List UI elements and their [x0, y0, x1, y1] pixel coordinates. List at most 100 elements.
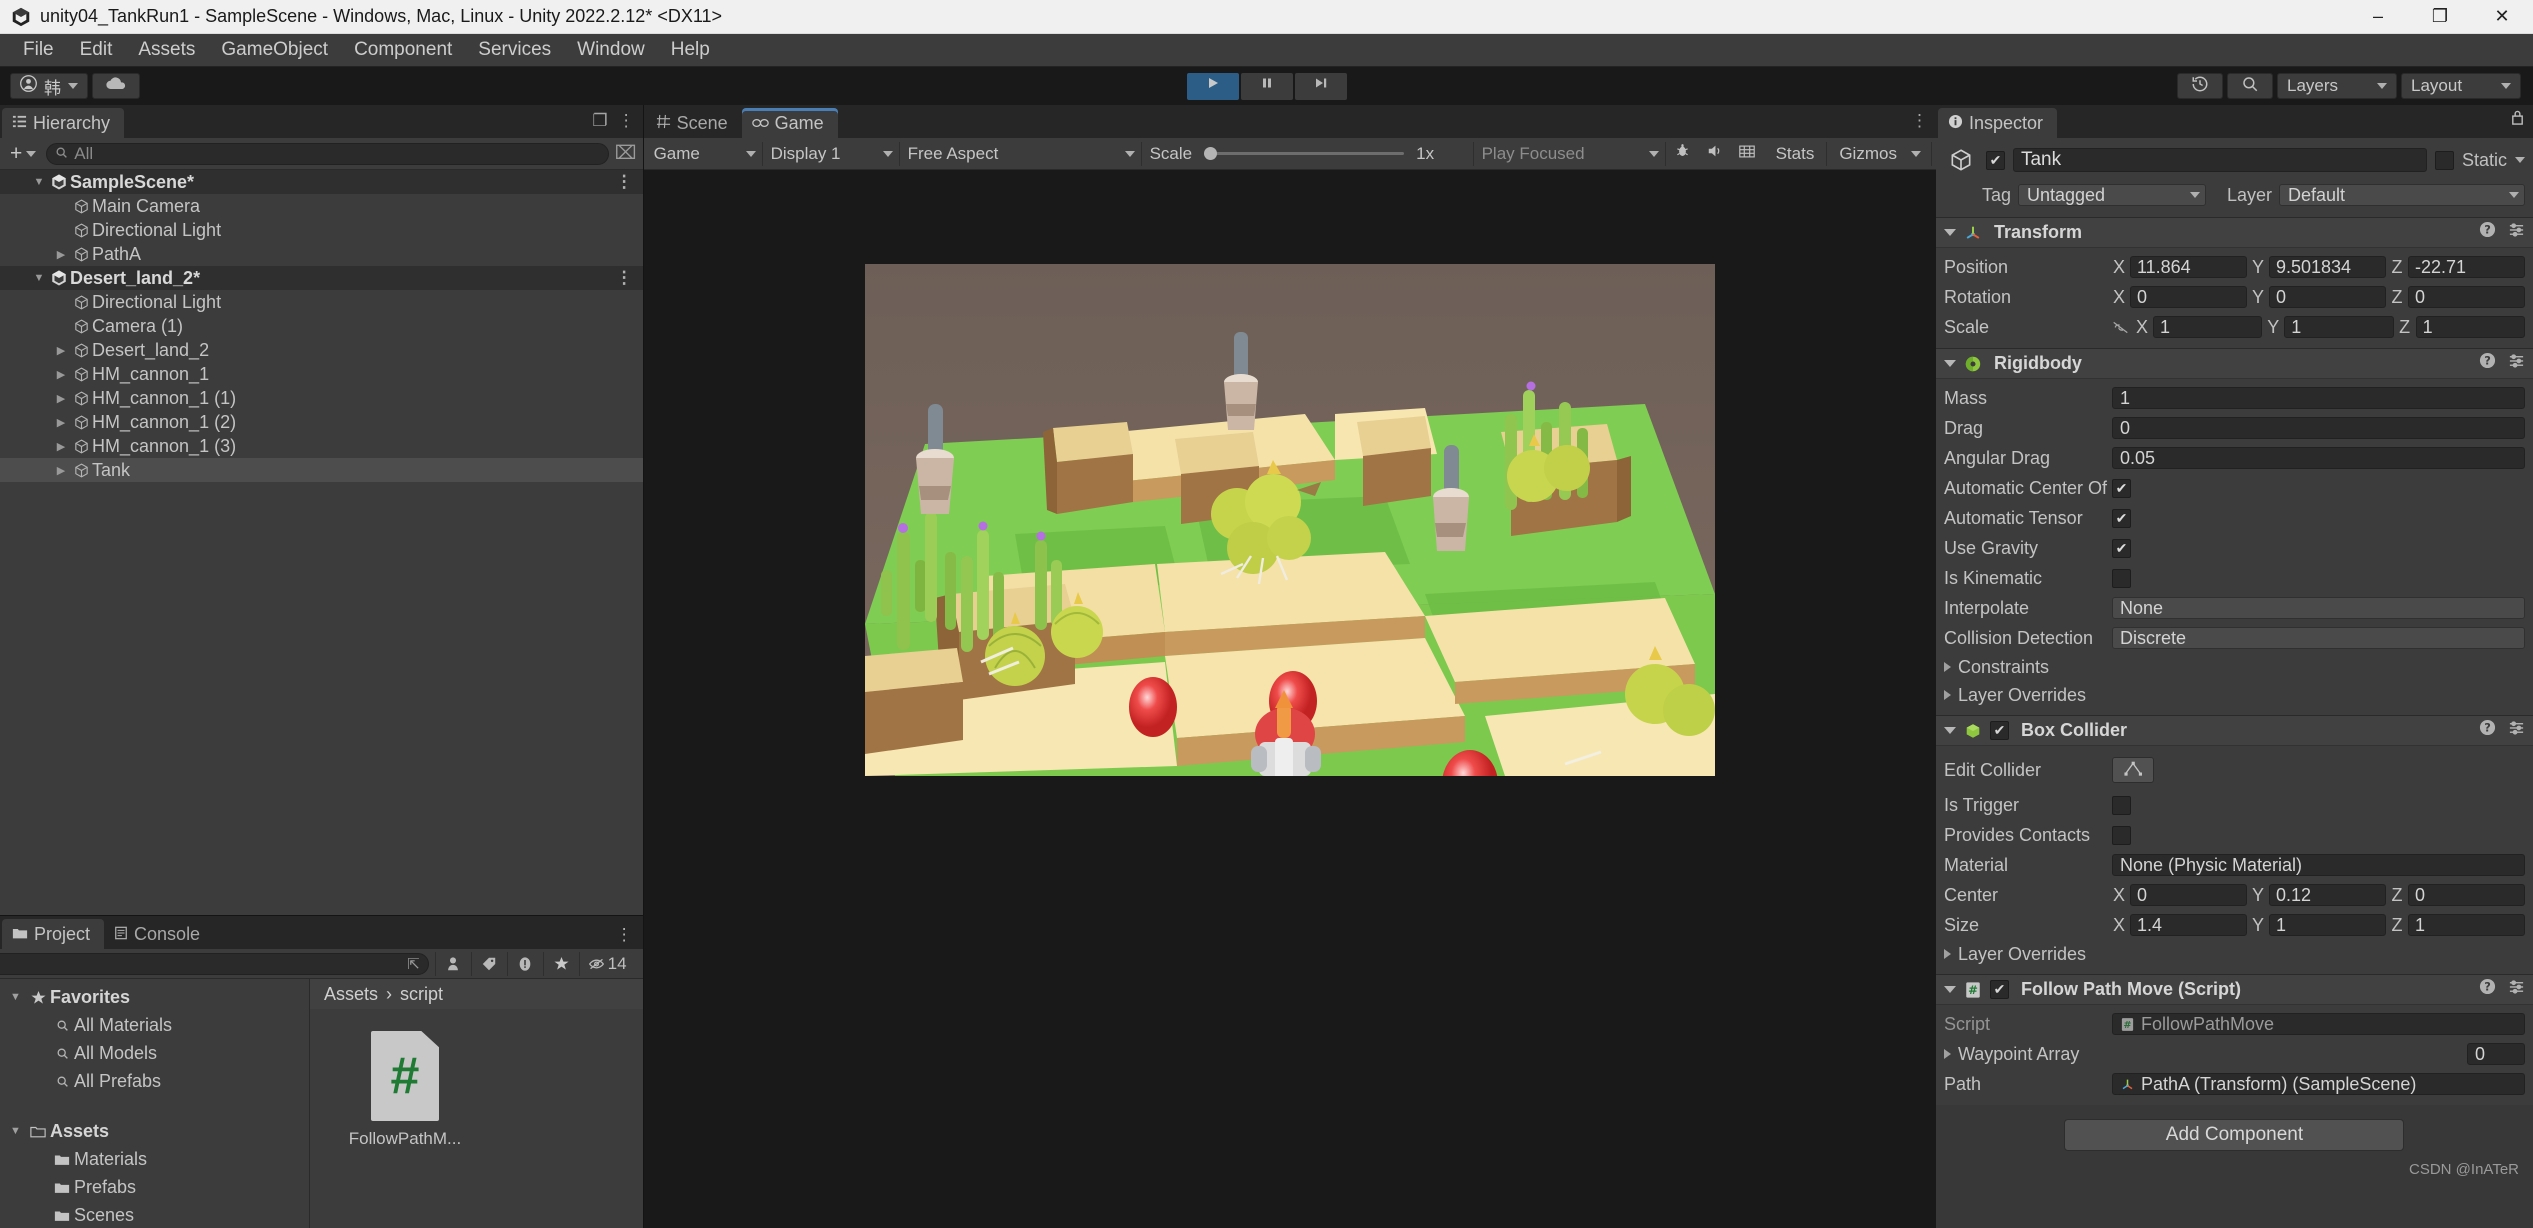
layout-dropdown[interactable]: Layout — [2401, 73, 2521, 99]
field-z-input[interactable]: 0 — [2408, 884, 2525, 906]
hierarchy-item-directional-light[interactable]: Directional Light — [0, 290, 643, 314]
menu-services[interactable]: Services — [465, 36, 564, 64]
game-render-canvas[interactable] — [644, 170, 1936, 1228]
hierarchy-add-button[interactable]: + — [6, 142, 40, 166]
target-display-dropdown[interactable]: Game — [648, 142, 763, 166]
project-tree-item-all-prefabs[interactable]: All Prefabs — [0, 1067, 309, 1095]
hierarchy-item-directional-light[interactable]: Directional Light — [0, 218, 643, 242]
component-enabled-checkbox[interactable]: ✔ — [1990, 721, 2009, 740]
field-z-input[interactable]: 1 — [2408, 914, 2525, 936]
field-dropdown[interactable]: Discrete — [2112, 627, 2525, 649]
tab-scene[interactable]: Scene — [646, 108, 742, 138]
kebab-menu-icon[interactable]: ⋮ — [616, 268, 633, 288]
field-checkbox[interactable] — [2112, 569, 2131, 588]
maximize-button[interactable]: ❐ — [2409, 0, 2471, 34]
hierarchy-item-camera-1[interactable]: Camera (1) — [0, 314, 643, 338]
favorite-filter-icon[interactable] — [543, 952, 579, 976]
field-object-reference[interactable]: None (Physic Material) — [2112, 854, 2525, 876]
field-checkbox[interactable]: ✔ — [2112, 479, 2131, 498]
scale-slider-knob[interactable] — [1204, 147, 1217, 160]
field-y-input[interactable]: 1 — [2284, 316, 2393, 338]
scale-control[interactable]: Scale 1x — [1144, 142, 1474, 166]
foldout-toggle-open[interactable]: ▼ — [10, 991, 26, 1003]
component-foldout-icon[interactable] — [1944, 986, 1956, 993]
hierarchy-search-input[interactable]: All — [46, 143, 608, 165]
hierarchy-item-hm-cannon-1[interactable]: ▶HM_cannon_1 — [0, 362, 643, 386]
foldout-toggle-closed[interactable]: ▶ — [52, 344, 70, 357]
menu-edit[interactable]: Edit — [67, 36, 126, 64]
frame-debugger-button[interactable] — [1732, 142, 1762, 166]
aspect-dropdown[interactable]: Free Aspect — [902, 142, 1142, 166]
hierarchy-item-patha[interactable]: ▶PathA — [0, 242, 643, 266]
asset-item[interactable]: # FollowPathM... — [350, 1031, 460, 1149]
field-object-reference[interactable]: #FollowPathMove — [2112, 1013, 2525, 1035]
field-dropdown[interactable]: None — [2112, 597, 2525, 619]
tab-console[interactable]: Console — [104, 919, 214, 949]
object-enabled-checkbox[interactable]: ✔ — [1986, 151, 2005, 170]
preset-icon[interactable] — [2508, 719, 2525, 742]
field-y-input[interactable]: 0.12 — [2269, 884, 2386, 906]
project-search-input[interactable]: ⇱ — [0, 953, 429, 975]
component-header[interactable]: ✔Box Collider? — [1936, 716, 2533, 746]
hierarchy-search-expand-icon[interactable]: ⌧ — [615, 142, 637, 165]
foldout-toggle-closed[interactable] — [1944, 949, 1951, 959]
project-tree-item-all-materials[interactable]: All Materials — [0, 1011, 309, 1039]
label-filter-icon[interactable] — [471, 952, 507, 976]
warning-filter-icon[interactable] — [507, 952, 543, 976]
help-icon[interactable]: ? — [2479, 221, 2496, 244]
foldout-toggle-open[interactable]: ▼ — [30, 272, 48, 284]
preset-icon[interactable] — [2508, 978, 2525, 1001]
menu-gameobject[interactable]: GameObject — [208, 36, 341, 64]
project-tree-item-favorites[interactable]: ▼Favorites — [0, 983, 309, 1011]
tab-project[interactable]: Project — [2, 919, 104, 949]
foldout-toggle-closed[interactable]: ▶ — [52, 440, 70, 453]
field-input[interactable]: 0.05 — [2112, 447, 2525, 469]
field-y-input[interactable]: 9.501834 — [2269, 256, 2386, 278]
edit-collider-button[interactable] — [2112, 757, 2154, 783]
component-header[interactable]: #✔Follow Path Move (Script)? — [1936, 975, 2533, 1005]
tag-dropdown[interactable]: Untagged — [2018, 184, 2206, 206]
field-checkbox[interactable] — [2112, 826, 2131, 845]
field-y-input[interactable]: 0 — [2269, 286, 2386, 308]
project-folder-tree[interactable]: ▼FavoritesAll MaterialsAll ModelsAll Pre… — [0, 979, 310, 1228]
account-button[interactable]: 韩 — [10, 73, 88, 99]
menu-file[interactable]: File — [10, 36, 67, 64]
uniform-scale-off-icon[interactable] — [2112, 320, 2129, 335]
play-focused-dropdown[interactable]: Play Focused — [1476, 142, 1666, 166]
stats-button[interactable]: Stats — [1764, 142, 1828, 166]
preset-icon[interactable] — [2508, 352, 2525, 375]
kebab-menu-icon[interactable]: ⋮ — [618, 111, 635, 131]
kebab-menu-icon[interactable]: ⋮ — [616, 172, 633, 192]
breadcrumb-assets[interactable]: Assets — [324, 984, 378, 1005]
field-input[interactable]: 1 — [2112, 387, 2525, 409]
foldout-toggle-closed[interactable]: ▶ — [52, 392, 70, 405]
hierarchy-item-hm-cannon-1-1[interactable]: ▶HM_cannon_1 (1) — [0, 386, 643, 410]
field-input[interactable]: 0 — [2112, 417, 2525, 439]
display-dropdown[interactable]: Display 1 — [765, 142, 900, 166]
play-button[interactable] — [1187, 73, 1239, 100]
component-foldout-icon[interactable] — [1944, 727, 1956, 734]
field-checkbox[interactable]: ✔ — [2112, 539, 2131, 558]
field-x-input[interactable]: 0 — [2130, 286, 2247, 308]
component-header[interactable]: Transform? — [1936, 218, 2533, 248]
hierarchy-item-samplescene[interactable]: ▼SampleScene*⋮ — [0, 170, 643, 194]
save-filter-icon[interactable] — [435, 952, 471, 976]
cloud-button[interactable] — [92, 73, 140, 99]
search-expand-icon[interactable]: ⇱ — [407, 955, 420, 973]
help-icon[interactable]: ? — [2479, 719, 2496, 742]
menu-help[interactable]: Help — [658, 36, 723, 64]
field-y-input[interactable]: 1 — [2269, 914, 2386, 936]
lock-icon[interactable] — [2510, 109, 2525, 131]
foldout-toggle-closed[interactable] — [1944, 1049, 1951, 1059]
static-checkbox[interactable] — [2435, 151, 2454, 170]
field-checkbox[interactable] — [2112, 796, 2131, 815]
field-layer-overrides[interactable]: Layer Overrides — [1944, 940, 2525, 968]
pause-button[interactable] — [1241, 73, 1293, 100]
hidden-assets-count[interactable]: 14 — [579, 952, 635, 976]
menu-component[interactable]: Component — [341, 36, 465, 64]
add-component-button[interactable]: Add Component — [2064, 1119, 2404, 1151]
minimize-button[interactable]: – — [2347, 0, 2409, 34]
hierarchy-item-tank[interactable]: ▶Tank — [0, 458, 643, 482]
foldout-toggle-closed[interactable]: ▶ — [52, 416, 70, 429]
foldout-toggle-closed[interactable] — [1944, 690, 1951, 700]
